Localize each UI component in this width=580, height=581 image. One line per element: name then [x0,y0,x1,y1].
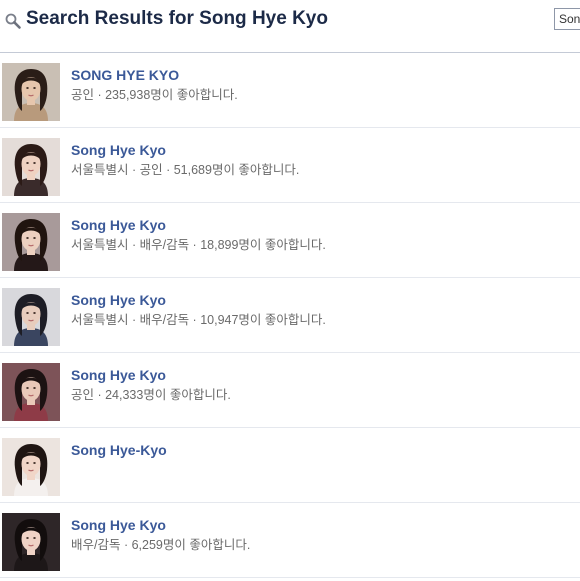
result-name-link[interactable]: Song Hye Kyo [71,217,166,233]
result-name-link[interactable]: Song Hye Kyo [71,517,166,533]
search-header: Search Results for Song Hye Kyo Son [0,0,580,53]
profile-thumbnail[interactable] [2,138,60,196]
portrait-image [2,63,60,121]
results-list: SONG HYE KYO 공인 · 235,938명이 좋아합니다. Song Hy… [0,53,580,578]
profile-thumbnail[interactable] [2,213,60,271]
profile-thumbnail[interactable] [2,63,60,121]
result-name-link[interactable]: Song Hye Kyo [71,367,166,383]
profile-thumbnail[interactable] [2,438,60,496]
result-meta: 공인 · 235,938명이 좋아합니다. [71,88,238,102]
magnifier-icon [5,13,21,29]
search-input[interactable]: Son [554,8,580,30]
result-name-link[interactable]: Song Hye Kyo [71,142,166,158]
search-results-page: Search Results for Song Hye Kyo Son SONG… [0,0,580,581]
result-row[interactable]: SONG HYE KYO 공인 · 235,938명이 좋아합니다. [0,53,580,128]
result-meta: 배우/감독 · 6,259명이 좋아합니다. [71,538,251,552]
profile-thumbnail[interactable] [2,363,60,421]
result-row[interactable]: Song Hye-Kyo [0,428,580,503]
portrait-image [2,438,60,496]
result-row[interactable]: Song Hye Kyo 배우/감독 · 6,259명이 좋아합니다. [0,503,580,578]
result-meta: 공인 · 24,333명이 좋아합니다. [71,388,231,402]
result-meta: 서울특별시 · 배우/감독 · 18,899명이 좋아합니다. [71,238,326,252]
portrait-image [2,288,60,346]
result-meta: 서울특별시 · 공인 · 51,689명이 좋아합니다. [71,163,300,177]
result-row[interactable]: Song Hye Kyo 서울특별시 · 공인 · 51,689명이 좋아합니다. [0,128,580,203]
portrait-image [2,138,60,196]
result-row[interactable]: Song Hye Kyo 서울특별시 · 배우/감독 · 18,899명이 좋아합… [0,203,580,278]
result-row[interactable]: Song Hye Kyo 공인 · 24,333명이 좋아합니다. [0,353,580,428]
profile-thumbnail[interactable] [2,288,60,346]
result-name-link[interactable]: Song Hye-Kyo [71,442,167,458]
result-row[interactable]: Song Hye Kyo 서울특별시 · 배우/감독 · 10,947명이 좋아합… [0,278,580,353]
portrait-image [2,363,60,421]
profile-thumbnail[interactable] [2,513,60,571]
page-title: Search Results for Song Hye Kyo [26,8,328,29]
result-name-link[interactable]: Song Hye Kyo [71,292,166,308]
result-name-link[interactable]: SONG HYE KYO [71,67,179,83]
portrait-image [2,513,60,571]
result-meta: 서울특별시 · 배우/감독 · 10,947명이 좋아합니다. [71,313,326,327]
portrait-image [2,213,60,271]
